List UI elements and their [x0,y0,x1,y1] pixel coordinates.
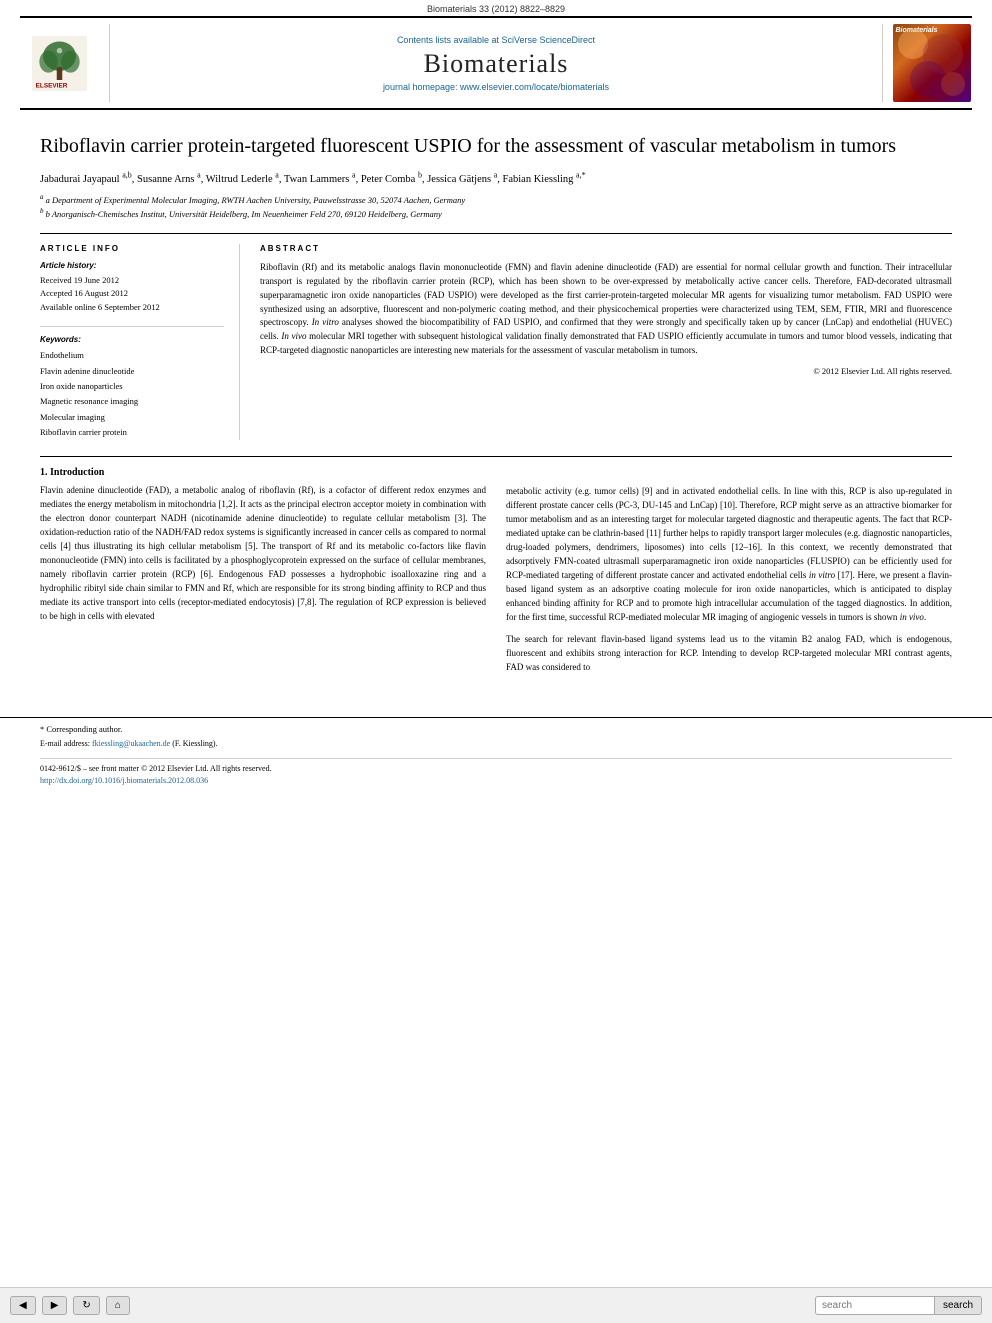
article-content: Riboflavin carrier protein-targeted fluo… [0,110,992,697]
article-info-col: ARTICLE INFO Article history: Received 1… [40,244,240,441]
doi-anchor[interactable]: http://dx.doi.org/10.1016/j.biomaterials… [40,776,208,785]
corresponding-author-note: * Corresponding author. [40,724,952,734]
toolbar-reload-button[interactable]: ↻ [73,1296,99,1315]
doi-link[interactable]: http://dx.doi.org/10.1016/j.biomaterials… [40,775,952,787]
journal-citation-bar: Biomaterials 33 (2012) 8822–8829 [0,0,992,16]
affiliations: a a Department of Experimental Molecular… [40,193,952,220]
available-date: Available online 6 September 2012 [40,301,224,315]
bottom-toolbar: ◀ ▶ ↻ ⌂ search [0,1287,992,1323]
journal-header: ELSEVIER Contents lists available at Sci… [20,16,972,110]
toolbar-back-button[interactable]: ◀ [10,1296,36,1315]
received-date: Received 19 June 2012 [40,274,224,288]
svg-text:ELSEVIER: ELSEVIER [36,82,68,89]
section-heading-text: Introduction [50,467,104,478]
intro-paragraph-2: metabolic activity (e.g. tumor cells) [9… [506,485,952,624]
journal-homepage-text: journal homepage: www.elsevier.com/locat… [383,82,609,92]
history-heading: Article history: [40,261,224,270]
sciverse-link[interactable]: SciVerse ScienceDirect [502,35,596,45]
journal-thumbnail-area: Biomaterials [882,24,972,102]
affiliation-b: b b Anorganisch-Chemisches Institut, Uni… [40,207,952,221]
keyword-molecular-imaging: Molecular imaging [40,410,224,425]
article-info-heading: ARTICLE INFO [40,244,224,253]
search-button[interactable]: search [935,1296,982,1315]
body-two-col: 1. Introduction Flavin adenine dinucleot… [40,467,952,682]
article-info-abstract-section: ARTICLE INFO Article history: Received 1… [40,233,952,441]
journal-title-area: Contents lists available at SciVerse Sci… [110,24,882,102]
footer-email: E-mail address: fkiessling@ukaachen.de (… [40,738,952,750]
abstract-col: ABSTRACT Riboflavin (Rf) and its metabol… [260,244,952,441]
journal-cover-image: Biomaterials [893,24,971,102]
keyword-iron-oxide: Iron oxide nanoparticles [40,379,224,394]
copyright-notice: © 2012 Elsevier Ltd. All rights reserved… [260,366,952,376]
intro-paragraph-1: Flavin adenine dinucleotide (FAD), a met… [40,484,486,623]
keyword-endothelium: Endothelium [40,348,224,363]
journal-citation: Biomaterials 33 (2012) 8822–8829 [427,4,565,14]
email-link[interactable]: fkiessling@ukaachen.de [92,739,170,748]
authors-text: Jabadurai Jayapaul a,b, Susanne Arns a, … [40,174,586,185]
section-number: 1. [40,467,48,478]
body-content: 1. Introduction Flavin adenine dinucleot… [40,456,952,682]
abstract-text: Riboflavin (Rf) and its metabolic analog… [260,261,952,359]
keywords-heading: Keywords: [40,335,224,344]
body-left-col: 1. Introduction Flavin adenine dinucleot… [40,467,486,682]
issn-line: 0142-9612/$ – see front matter © 2012 El… [40,763,952,775]
footer-issn: 0142-9612/$ – see front matter © 2012 El… [40,758,952,787]
toolbar-home-button[interactable]: ⌂ [106,1296,130,1315]
keyword-flavin: Flavin adenine dinucleotide [40,364,224,379]
toolbar-search-box: search [815,1296,982,1315]
affiliation-a: a a Department of Experimental Molecular… [40,193,952,207]
search-input[interactable] [815,1296,935,1315]
intro-section-heading: 1. Introduction [40,467,486,478]
intro-paragraph-3: The search for relevant flavin-based lig… [506,633,952,675]
elsevier-tree-icon: ELSEVIER [32,36,87,91]
accepted-date: Accepted 16 August 2012 [40,287,224,301]
elsevier-logo-area: ELSEVIER [20,24,110,102]
keywords-section: Keywords: Endothelium Flavin adenine din… [40,326,224,440]
article-history: Article history: Received 19 June 2012 A… [40,261,224,315]
article-title: Riboflavin carrier protein-targeted fluo… [40,133,952,159]
contents-link-text: Contents lists available at SciVerse Sci… [397,35,595,45]
body-right-col: metabolic activity (e.g. tumor cells) [9… [506,467,952,682]
toolbar-forward-button[interactable]: ▶ [42,1296,68,1315]
page-footer: * Corresponding author. E-mail address: … [0,717,992,793]
keyword-rcp: Riboflavin carrier protein [40,425,224,440]
journal-name-title: Biomaterials [424,49,569,79]
authors-line: Jabadurai Jayapaul a,b, Susanne Arns a, … [40,169,952,187]
keyword-mri: Magnetic resonance imaging [40,394,224,409]
abstract-section: ABSTRACT Riboflavin (Rf) and its metabol… [260,244,952,377]
abstract-heading: ABSTRACT [260,244,952,253]
